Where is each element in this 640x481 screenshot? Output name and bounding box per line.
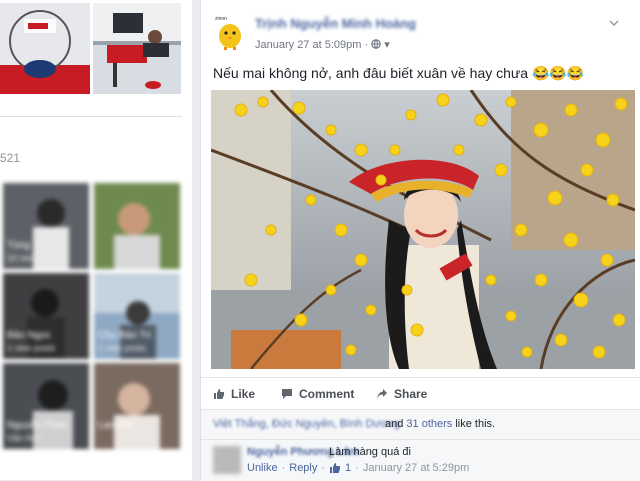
share-label: Share [394, 387, 428, 401]
friend-tile[interactable]: Bảo Ngọc 1 new posts [3, 273, 89, 359]
divider [0, 116, 182, 117]
comment-text: Làm hàng quá đi [329, 446, 411, 458]
post-photo[interactable] [211, 90, 635, 369]
friend-subtitle: 10 new posts [7, 253, 61, 263]
privacy-dropdown-icon[interactable]: ▾ [384, 39, 390, 51]
friend-subtitle: 1 new posts [7, 343, 56, 353]
author-name[interactable]: Trịnh Nguyễn Minh Hoàng [255, 16, 416, 31]
friend-name: Chu Bảo Trí [98, 330, 152, 341]
friend-name: Tùng [7, 240, 30, 251]
like-icon [214, 389, 224, 399]
share-button[interactable]: Share [376, 387, 427, 401]
share-icon [377, 389, 387, 399]
comment-like-count[interactable]: 1 [345, 462, 351, 474]
thumbs-up-icon[interactable] [329, 462, 341, 474]
svg-text:zinnn: zinnn [215, 16, 227, 22]
comment-icon [282, 389, 292, 399]
friends-count: 521 [0, 151, 21, 165]
friend-tile[interactable]: Chu Bảo Trí 1 new posts [94, 273, 180, 359]
friend-tile[interactable]: Nguyễn Phan Vân Anh [3, 363, 89, 449]
commenter-avatar[interactable] [213, 446, 241, 474]
likes-conjunction: and [385, 418, 404, 430]
post-action-bar: Like Comment Share [201, 377, 640, 410]
comment-timestamp[interactable]: January 27 at 5:29pm [363, 462, 469, 474]
friend-name: Lan Phi [98, 420, 132, 431]
left-column: 521 Tùng 10 new posts Bảo Ngọc 1 new pos… [0, 0, 192, 480]
photo-thumbnail-2[interactable] [93, 3, 181, 94]
separator: · [355, 462, 359, 474]
likes-suffix: like this. [455, 418, 496, 430]
friend-tile[interactable] [94, 183, 180, 269]
post-timestamp[interactable]: January 27 at 5:09pm [255, 39, 361, 51]
friend-tile[interactable]: Tùng 10 new posts [3, 183, 89, 269]
like-button[interactable]: Like [213, 387, 255, 401]
friend-name: Nguyễn Phan [7, 420, 68, 431]
likes-summary: Việt Thắng, Đức Nguyên, Bình Dương and 3… [201, 409, 640, 440]
comment-actions: Unlike · Reply · 1 · January 27 at 5:29p… [247, 462, 469, 474]
reply-link[interactable]: Reply [289, 462, 317, 474]
post-text: Nếu mai không nở, anh đâu biết xuân về h… [213, 65, 585, 81]
friend-tile[interactable]: Lan Phi [94, 363, 180, 449]
author-avatar[interactable]: zinnn [215, 14, 245, 50]
likers-names[interactable]: Việt Thắng, Đức Nguyên, Bình Dương [213, 418, 400, 430]
globe-icon[interactable] [371, 39, 384, 51]
post-meta: January 27 at 5:09pm · ▾ [255, 38, 390, 51]
post-card: zinnn Trịnh Nguyễn Minh Hoàng January 27… [200, 0, 640, 481]
friend-subtitle: 1 new posts [98, 343, 147, 353]
likes-text: and 31 others like this. [385, 418, 495, 430]
comment-label: Comment [299, 387, 355, 401]
friend-name: Bảo Ngọc [7, 330, 51, 341]
separator: · [321, 462, 326, 474]
comment: Nguyễn Phương Lâm Làm hàng quá đi Unlike… [201, 439, 640, 481]
others-link[interactable]: 31 others [406, 418, 452, 430]
comment-button[interactable]: Comment [281, 387, 354, 401]
separator: · [281, 462, 286, 474]
friend-subtitle: Vân Anh [7, 433, 42, 443]
photo-thumbnail-1[interactable] [0, 3, 90, 94]
chevron-down-icon[interactable] [609, 16, 619, 30]
like-label: Like [231, 387, 256, 401]
unlike-link[interactable]: Unlike [247, 462, 278, 474]
